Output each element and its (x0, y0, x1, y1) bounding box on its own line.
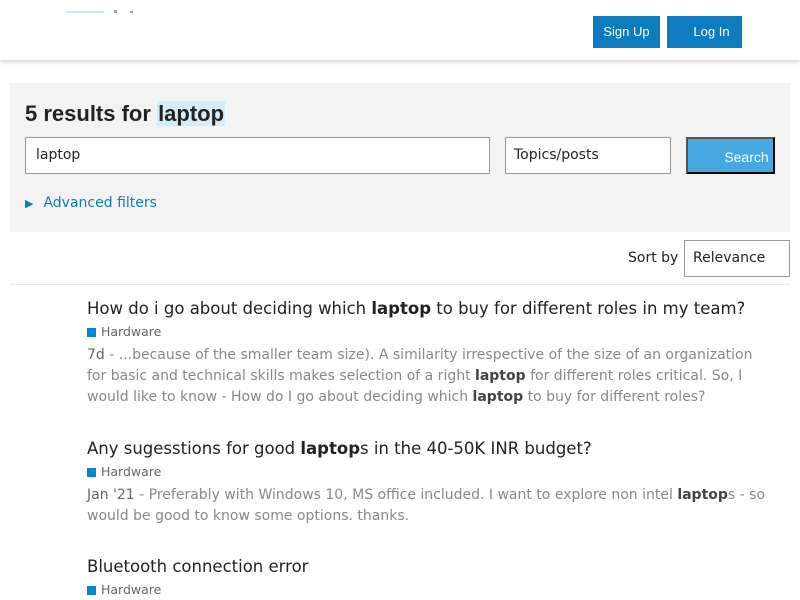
result-title-text: s in the 40-50K INR budget? (360, 439, 592, 458)
category-color-square-icon (87, 585, 96, 595)
result-date: Jan '21 (87, 487, 135, 503)
blurb-highlight: laptop (475, 368, 526, 384)
search-button-label: Search (724, 149, 769, 165)
site-logo[interactable] (66, 9, 136, 13)
result-title-highlight: laptop (371, 299, 432, 318)
log-in-button[interactable]: Log In (667, 16, 742, 48)
results-term-highlight: laptop (157, 101, 226, 126)
result-title-text: to buy for different roles in my team? (431, 299, 746, 318)
advanced-filters-label: Advanced filters (43, 195, 157, 211)
category-label: Hardware (101, 582, 162, 597)
category-color-square-icon (87, 327, 96, 337)
results-count-text: 5 results for (25, 101, 151, 126)
search-result-item: Any sugesstions for good laptops in the … (87, 438, 767, 527)
category-badge[interactable]: Hardware (87, 581, 767, 599)
results-heading: 5 results for laptop (25, 100, 226, 128)
search-result-item: How do i go about deciding which laptop … (87, 298, 767, 408)
result-date: 7d (87, 347, 105, 363)
divider (10, 284, 790, 285)
expand-triangle-icon: ▶ (25, 197, 34, 210)
result-blurb: 7d - ...because of the smaller team size… (87, 345, 767, 408)
search-input[interactable]: laptop (25, 137, 490, 174)
blurb-highlight: laptop (677, 487, 728, 503)
result-title-text: How do i go about deciding which (87, 299, 372, 318)
site-header: Sign Up Log In (0, 0, 800, 60)
category-badge[interactable]: Hardware (87, 463, 767, 481)
advanced-filters-toggle[interactable]: ▶ Advanced filters (25, 193, 157, 214)
category-label: Hardware (101, 464, 162, 479)
result-title-highlight: laptop (300, 439, 361, 458)
blurb-text: to buy for different roles? (523, 389, 706, 405)
sort-by-label: Sort by (628, 250, 679, 266)
logo-mark (114, 10, 117, 13)
logo-mark (66, 11, 104, 13)
search-result-item: Bluetooth connection error Hardware (87, 556, 767, 599)
result-title-text: Any sugesstions for good (87, 439, 301, 458)
blurb-highlight: laptop (472, 389, 524, 405)
blurb-text: - Preferably with Windows 10, MS office … (134, 487, 678, 503)
sign-up-button[interactable]: Sign Up (593, 16, 660, 48)
result-blurb: Jan '21 - Preferably with Windows 10, MS… (87, 485, 767, 527)
logo-mark (130, 11, 133, 13)
sort-select[interactable]: Relevance (684, 240, 790, 277)
category-badge[interactable]: Hardware (87, 323, 767, 341)
search-type-select[interactable]: Topics/posts (505, 137, 671, 174)
search-panel: 5 results for laptop laptop Topics/posts… (10, 83, 790, 232)
result-title-link[interactable]: Any sugesstions for good laptops in the … (87, 438, 767, 460)
result-title-link[interactable]: Bluetooth connection error (87, 556, 767, 578)
result-title-link[interactable]: How do i go about deciding which laptop … (87, 298, 767, 320)
category-color-square-icon (87, 467, 96, 477)
search-button[interactable]: Search (686, 137, 775, 174)
category-label: Hardware (101, 324, 162, 339)
